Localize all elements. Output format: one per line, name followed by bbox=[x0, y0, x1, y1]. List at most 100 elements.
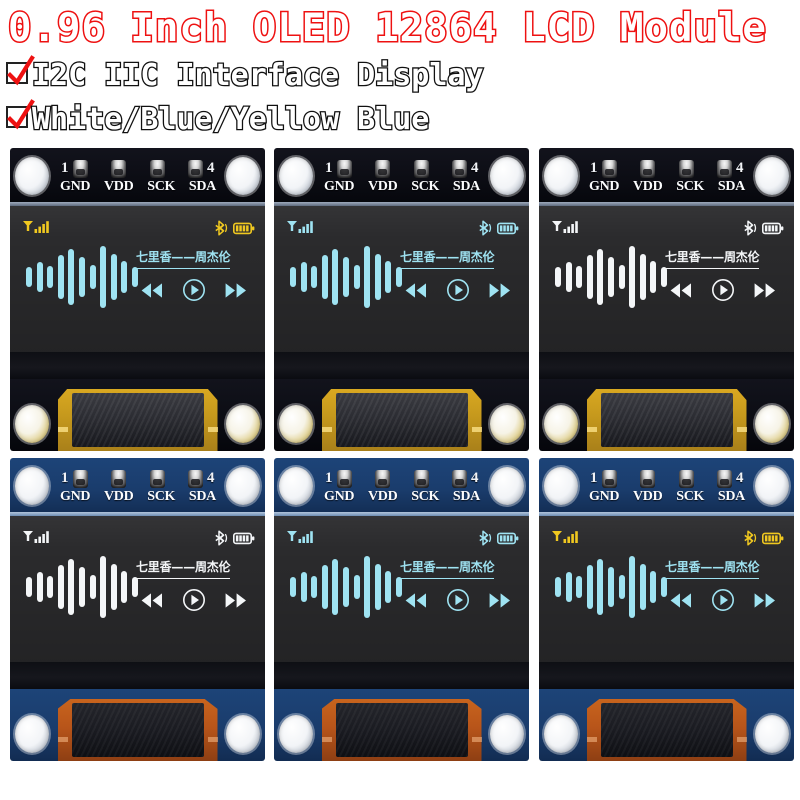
play-button[interactable] bbox=[711, 588, 735, 612]
mounting-hole bbox=[15, 715, 49, 753]
battery-icon bbox=[233, 532, 255, 544]
pin-label-vdd: VDD bbox=[633, 489, 663, 504]
mounting-hole bbox=[544, 157, 578, 195]
pin-number-last: 4 bbox=[207, 160, 215, 176]
fpc-ribbon-connector bbox=[586, 695, 747, 761]
pin-vdd bbox=[375, 470, 391, 488]
page-title: 0.96 Inch OLED 12864 LCD Module bbox=[7, 5, 768, 53]
connectivity-and-power-indicators bbox=[743, 530, 784, 546]
waveform-bar bbox=[639, 564, 646, 610]
battery-icon bbox=[497, 532, 519, 544]
waveform-bar bbox=[78, 257, 85, 297]
waveform-bar bbox=[395, 267, 402, 287]
pin-label-sck: SCK bbox=[676, 489, 705, 504]
pin-gnd bbox=[337, 160, 352, 178]
waveform-bar bbox=[131, 267, 138, 287]
now-playing-title: 七里香——周杰伦 bbox=[136, 558, 231, 579]
previous-track-button[interactable] bbox=[669, 592, 693, 609]
waveform-bar bbox=[607, 257, 614, 297]
battery-icon bbox=[497, 222, 519, 234]
signal-strength-indicator bbox=[286, 530, 316, 550]
previous-track-button[interactable] bbox=[140, 592, 164, 609]
battery-icon bbox=[762, 222, 784, 234]
bluetooth-icon bbox=[744, 530, 757, 546]
next-track-icon bbox=[489, 592, 510, 608]
previous-track-button[interactable] bbox=[404, 282, 428, 299]
play-button[interactable] bbox=[446, 278, 470, 302]
play-button-icon bbox=[183, 589, 205, 611]
fpc-connector-body bbox=[600, 703, 733, 757]
audio-waveform-visualizer bbox=[555, 244, 667, 310]
waveform-bar bbox=[597, 249, 604, 305]
signal-bars-icon bbox=[287, 221, 313, 233]
next-track-button[interactable] bbox=[488, 282, 512, 299]
pin-sda bbox=[187, 160, 203, 178]
pin-number-last: 4 bbox=[207, 470, 215, 486]
mounting-hole bbox=[15, 157, 49, 195]
oled-screen-content: 七里香——周杰伦 bbox=[18, 220, 257, 332]
waveform-bar bbox=[565, 262, 572, 292]
audio-waveform-visualizer bbox=[290, 554, 402, 620]
glass-carrier-band bbox=[10, 662, 265, 690]
waveform-bar bbox=[290, 577, 296, 597]
oled-screen-content: 七里香——周杰伦 bbox=[282, 530, 521, 642]
pin-sck bbox=[413, 470, 429, 488]
pin-label-sck: SCK bbox=[147, 179, 176, 194]
play-button[interactable] bbox=[711, 278, 735, 302]
previous-track-button[interactable] bbox=[404, 592, 428, 609]
waveform-bar bbox=[586, 565, 593, 609]
waveform-bar bbox=[89, 265, 96, 289]
oled-module-4: 1 4 GND VDD SCK SDA 七里香——周杰伦 bbox=[10, 458, 265, 761]
waveform-bar bbox=[395, 577, 402, 597]
waveform-bar bbox=[332, 559, 339, 615]
next-track-icon bbox=[754, 282, 775, 298]
waveform-bar bbox=[660, 267, 667, 287]
waveform-bar bbox=[57, 565, 64, 609]
oled-screen: 七里香——周杰伦 bbox=[10, 516, 265, 662]
waveform-bar bbox=[555, 577, 561, 597]
pin-sda bbox=[451, 470, 467, 488]
bluetooth-icon bbox=[215, 220, 228, 236]
status-bar bbox=[282, 220, 521, 236]
connectivity-and-power-indicators bbox=[743, 220, 784, 236]
play-button[interactable] bbox=[182, 588, 206, 612]
fpc-ribbon-connector bbox=[57, 695, 218, 761]
pin-header bbox=[337, 159, 467, 179]
mounting-hole bbox=[279, 157, 313, 195]
next-track-button[interactable] bbox=[224, 592, 248, 609]
oled-screen: 七里香——周杰伦 bbox=[539, 206, 794, 352]
pin-label-gnd: GND bbox=[324, 489, 355, 504]
waveform-bar bbox=[300, 262, 307, 292]
status-bar bbox=[18, 220, 257, 236]
pin-label-row: GND VDD SCK SDA bbox=[60, 489, 216, 505]
play-button[interactable] bbox=[446, 588, 470, 612]
waveform-bar bbox=[311, 266, 318, 288]
oled-module-5: 1 4 GND VDD SCK SDA 七里香——周杰伦 bbox=[274, 458, 529, 761]
next-track-button[interactable] bbox=[488, 592, 512, 609]
oled-screen: 七里香——周杰伦 bbox=[539, 516, 794, 662]
waveform-bar bbox=[576, 266, 583, 288]
mounting-hole bbox=[226, 405, 260, 443]
previous-track-button[interactable] bbox=[140, 282, 164, 299]
oled-module-3: 1 4 GND VDD SCK SDA 七里香——周杰伦 bbox=[539, 148, 794, 451]
waveform-bar bbox=[342, 567, 349, 607]
product-header-banner: 0.96 Inch OLED 12864 LCD Module I2C IIC … bbox=[0, 0, 800, 142]
next-track-button[interactable] bbox=[753, 282, 777, 299]
pcb-top-section: 1 4 GND VDD SCK SDA bbox=[10, 458, 265, 516]
pin-number-first: 1 bbox=[61, 160, 69, 176]
waveform-bar bbox=[385, 261, 392, 293]
next-track-button[interactable] bbox=[224, 282, 248, 299]
battery-icon bbox=[233, 222, 255, 234]
pin-label-sda: SDA bbox=[188, 179, 216, 194]
pin-label-sda: SDA bbox=[188, 489, 216, 504]
pin-label-sda: SDA bbox=[717, 489, 745, 504]
waveform-bar bbox=[89, 575, 96, 599]
bluetooth-icon bbox=[744, 220, 757, 236]
waveform-bar bbox=[100, 556, 107, 618]
play-button[interactable] bbox=[182, 278, 206, 302]
previous-track-button[interactable] bbox=[669, 282, 693, 299]
pin-number-first: 1 bbox=[325, 470, 333, 486]
waveform-bar bbox=[364, 556, 371, 618]
next-track-button[interactable] bbox=[753, 592, 777, 609]
signal-bars-icon bbox=[23, 531, 49, 543]
